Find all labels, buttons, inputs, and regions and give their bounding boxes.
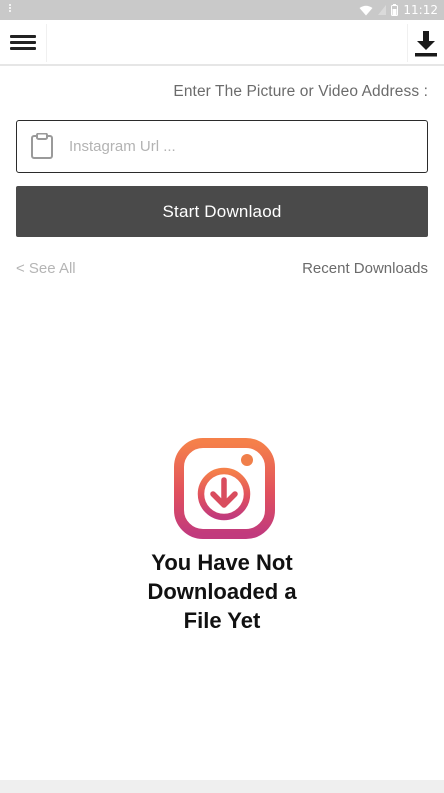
clipboard-icon[interactable] <box>31 133 53 159</box>
app-bar <box>0 20 444 66</box>
status-indicators: 11:12 <box>359 0 438 20</box>
wifi-icon <box>359 5 373 15</box>
see-all-link[interactable]: < See All <box>16 260 76 277</box>
url-field[interactable] <box>16 120 428 173</box>
divider <box>407 24 408 62</box>
notification-dots-icon <box>9 4 12 12</box>
hamburger-menu-icon[interactable] <box>10 32 38 54</box>
bottom-bar <box>0 780 444 793</box>
empty-state-line: File Yet <box>183 608 261 633</box>
instagram-url-input[interactable] <box>69 121 419 171</box>
status-bar: 11:12 <box>0 0 444 20</box>
instagram-download-icon <box>174 438 275 539</box>
status-time: 11:12 <box>403 3 438 17</box>
address-prompt-label: Enter The Picture or Video Address : <box>173 83 428 100</box>
download-icon[interactable] <box>410 28 442 60</box>
signal-icon <box>378 5 387 15</box>
recent-downloads-label: Recent Downloads <box>302 260 428 277</box>
empty-state-line: You Have Not <box>151 550 293 575</box>
empty-state-line: Downloaded a <box>147 579 297 604</box>
divider <box>46 24 47 62</box>
empty-state-message: You Have Not Downloaded a File Yet <box>0 548 444 635</box>
battery-icon <box>391 4 399 16</box>
start-download-button[interactable]: Start Downlaod <box>16 186 428 237</box>
